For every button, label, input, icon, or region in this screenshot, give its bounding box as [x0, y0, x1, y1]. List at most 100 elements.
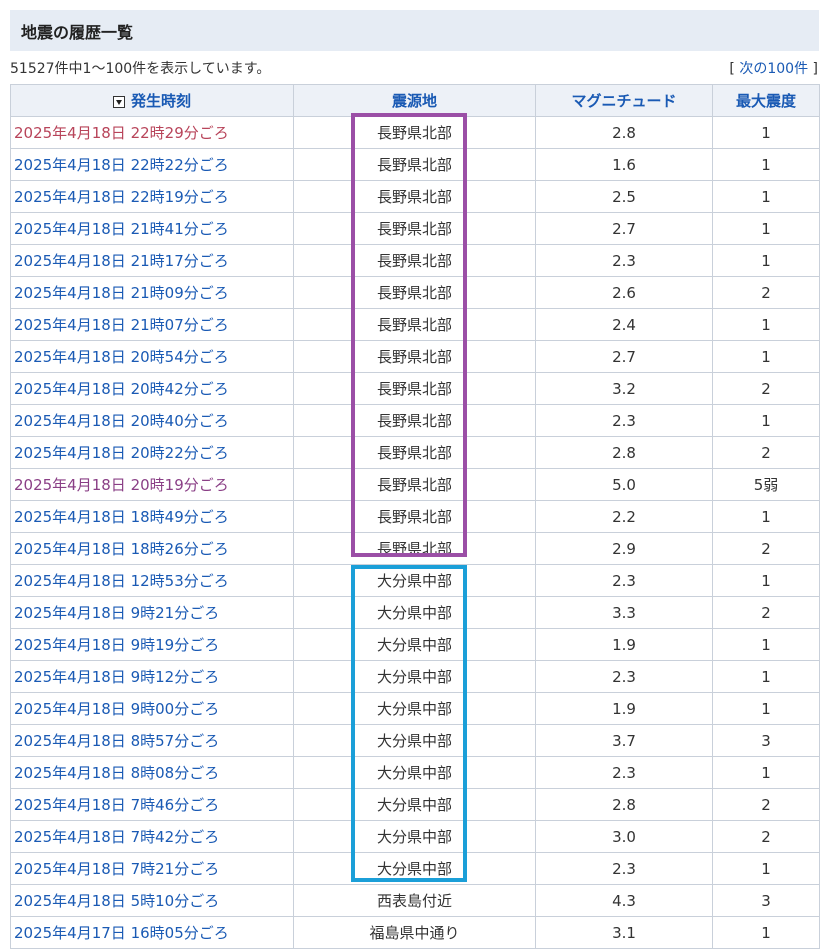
table-row[interactable]: 2025年4月18日 8時57分ごろ 大分県中部 3.7 3 — [10, 724, 820, 757]
result-summary: 51527件中1〜100件を表示しています。 — [10, 61, 271, 77]
intensity-cell: 1 — [712, 564, 820, 597]
magnitude-cell: 2.3 — [535, 244, 713, 277]
magnitude-cell: 3.7 — [535, 724, 713, 757]
table-row[interactable]: 2025年4月18日 22時29分ごろ 長野県北部 2.8 1 — [10, 116, 820, 149]
bracket-close: ] — [808, 61, 818, 77]
time-link[interactable]: 2025年4月18日 8時57分ごろ — [10, 724, 294, 757]
epicenter-cell: 大分県中部 — [293, 692, 536, 725]
table-row[interactable]: 2025年4月18日 21時09分ごろ 長野県北部 2.6 2 — [10, 276, 820, 309]
sort-desc-icon[interactable] — [112, 95, 125, 108]
time-link[interactable]: 2025年4月18日 9時12分ごろ — [10, 660, 294, 693]
time-link[interactable]: 2025年4月18日 20時54分ごろ — [10, 340, 294, 373]
epicenter-cell: 長野県北部 — [293, 500, 536, 533]
epicenter-cell: 大分県中部 — [293, 596, 536, 629]
time-link[interactable]: 2025年4月18日 9時19分ごろ — [10, 628, 294, 661]
time-link[interactable]: 2025年4月18日 21時09分ごろ — [10, 276, 294, 309]
intensity-cell: 1 — [712, 500, 820, 533]
table-row[interactable]: 2025年4月18日 7時42分ごろ 大分県中部 3.0 2 — [10, 820, 820, 853]
table-row[interactable]: 2025年4月18日 9時19分ごろ 大分県中部 1.9 1 — [10, 628, 820, 661]
column-header-magnitude[interactable]: マグニチュード — [535, 84, 713, 117]
intensity-cell: 3 — [712, 884, 820, 917]
epicenter-cell: 大分県中部 — [293, 820, 536, 853]
time-link[interactable]: 2025年4月18日 18時49分ごろ — [10, 500, 294, 533]
time-link[interactable]: 2025年4月18日 20時22分ごろ — [10, 436, 294, 469]
table-row[interactable]: 2025年4月18日 9時21分ごろ 大分県中部 3.3 2 — [10, 596, 820, 629]
time-link[interactable]: 2025年4月18日 22時22分ごろ — [10, 148, 294, 181]
intensity-cell: 1 — [712, 916, 820, 949]
epicenter-cell: 西表島付近 — [293, 884, 536, 917]
time-link[interactable]: 2025年4月18日 22時19分ごろ — [10, 180, 294, 213]
table-row[interactable]: 2025年4月18日 20時40分ごろ 長野県北部 2.3 1 — [10, 404, 820, 437]
table-row[interactable]: 2025年4月18日 9時12分ごろ 大分県中部 2.3 1 — [10, 660, 820, 693]
intensity-cell: 1 — [712, 180, 820, 213]
magnitude-cell: 4.3 — [535, 884, 713, 917]
epicenter-cell: 長野県北部 — [293, 244, 536, 277]
intensity-cell: 1 — [712, 148, 820, 181]
time-link[interactable]: 2025年4月18日 9時00分ごろ — [10, 692, 294, 725]
table-row[interactable]: 2025年4月18日 22時19分ごろ 長野県北部 2.5 1 — [10, 180, 820, 213]
time-link[interactable]: 2025年4月18日 8時08分ごろ — [10, 756, 294, 789]
time-link[interactable]: 2025年4月18日 21時17分ごろ — [10, 244, 294, 277]
epicenter-cell: 長野県北部 — [293, 532, 536, 565]
table-row[interactable]: 2025年4月18日 20時19分ごろ 長野県北部 5.0 5弱 — [10, 468, 820, 501]
magnitude-cell: 2.3 — [535, 756, 713, 789]
magnitude-cell: 2.7 — [535, 340, 713, 373]
time-link[interactable]: 2025年4月18日 21時41分ごろ — [10, 212, 294, 245]
magnitude-cell: 1.9 — [535, 628, 713, 661]
next-page-link[interactable]: 次の100件 — [739, 61, 808, 77]
intensity-cell: 1 — [712, 308, 820, 341]
time-link[interactable]: 2025年4月18日 18時26分ごろ — [10, 532, 294, 565]
time-link[interactable]: 2025年4月18日 7時46分ごろ — [10, 788, 294, 821]
column-header-time[interactable]: 発生時刻 — [10, 84, 294, 117]
column-header-intensity[interactable]: 最大震度 — [712, 84, 820, 117]
time-link[interactable]: 2025年4月18日 9時21分ごろ — [10, 596, 294, 629]
intensity-cell: 2 — [712, 596, 820, 629]
column-header-epicenter[interactable]: 震源地 — [293, 84, 536, 117]
table-row[interactable]: 2025年4月18日 18時26分ごろ 長野県北部 2.9 2 — [10, 532, 820, 565]
table-row[interactable]: 2025年4月18日 22時22分ごろ 長野県北部 1.6 1 — [10, 148, 820, 181]
table-row[interactable]: 2025年4月18日 21時17分ごろ 長野県北部 2.3 1 — [10, 244, 820, 277]
table-row[interactable]: 2025年4月18日 7時21分ごろ 大分県中部 2.3 1 — [10, 852, 820, 885]
time-link[interactable]: 2025年4月18日 12時53分ごろ — [10, 564, 294, 597]
epicenter-cell: 大分県中部 — [293, 852, 536, 885]
magnitude-cell: 2.3 — [535, 852, 713, 885]
table-row[interactable]: 2025年4月18日 9時00分ごろ 大分県中部 1.9 1 — [10, 692, 820, 725]
intensity-cell: 1 — [712, 244, 820, 277]
table-row[interactable]: 2025年4月18日 20時42分ごろ 長野県北部 3.2 2 — [10, 372, 820, 405]
intensity-cell: 5弱 — [712, 468, 820, 501]
table-row[interactable]: 2025年4月18日 20時22分ごろ 長野県北部 2.8 2 — [10, 436, 820, 469]
intensity-cell: 2 — [712, 788, 820, 821]
epicenter-cell: 大分県中部 — [293, 628, 536, 661]
intensity-cell: 1 — [712, 116, 820, 149]
table-row[interactable]: 2025年4月18日 7時46分ごろ 大分県中部 2.8 2 — [10, 788, 820, 821]
time-link[interactable]: 2025年4月18日 20時19分ごろ — [10, 468, 294, 501]
magnitude-cell: 2.3 — [535, 404, 713, 437]
time-link[interactable]: 2025年4月18日 7時42分ごろ — [10, 820, 294, 853]
table-row[interactable]: 2025年4月18日 21時41分ごろ 長野県北部 2.7 1 — [10, 212, 820, 245]
magnitude-cell: 2.7 — [535, 212, 713, 245]
time-link[interactable]: 2025年4月18日 20時40分ごろ — [10, 404, 294, 437]
intensity-cell: 1 — [712, 660, 820, 693]
epicenter-cell: 大分県中部 — [293, 788, 536, 821]
table-row[interactable]: 2025年4月18日 12時53分ごろ 大分県中部 2.3 1 — [10, 564, 820, 597]
intensity-cell: 1 — [712, 756, 820, 789]
table-row[interactable]: 2025年4月18日 20時54分ごろ 長野県北部 2.7 1 — [10, 340, 820, 373]
magnitude-cell: 2.2 — [535, 500, 713, 533]
table-row[interactable]: 2025年4月18日 21時07分ごろ 長野県北部 2.4 1 — [10, 308, 820, 341]
time-link[interactable]: 2025年4月18日 5時10分ごろ — [10, 884, 294, 917]
epicenter-cell: 長野県北部 — [293, 372, 536, 405]
time-link[interactable]: 2025年4月18日 21時07分ごろ — [10, 308, 294, 341]
time-link[interactable]: 2025年4月18日 22時29分ごろ — [10, 116, 294, 149]
epicenter-cell: 長野県北部 — [293, 212, 536, 245]
time-link[interactable]: 2025年4月17日 16時05分ごろ — [10, 916, 294, 949]
table-row[interactable]: 2025年4月18日 8時08分ごろ 大分県中部 2.3 1 — [10, 756, 820, 789]
magnitude-cell: 3.3 — [535, 596, 713, 629]
table-row[interactable]: 2025年4月17日 16時05分ごろ 福島県中通り 3.1 1 — [10, 916, 820, 949]
time-link[interactable]: 2025年4月18日 20時42分ごろ — [10, 372, 294, 405]
intensity-cell: 1 — [712, 628, 820, 661]
time-link[interactable]: 2025年4月18日 7時21分ごろ — [10, 852, 294, 885]
table-row[interactable]: 2025年4月18日 18時49分ごろ 長野県北部 2.2 1 — [10, 500, 820, 533]
magnitude-cell: 3.2 — [535, 372, 713, 405]
table-row[interactable]: 2025年4月18日 5時10分ごろ 西表島付近 4.3 3 — [10, 884, 820, 917]
bracket-open: [ — [729, 61, 740, 77]
